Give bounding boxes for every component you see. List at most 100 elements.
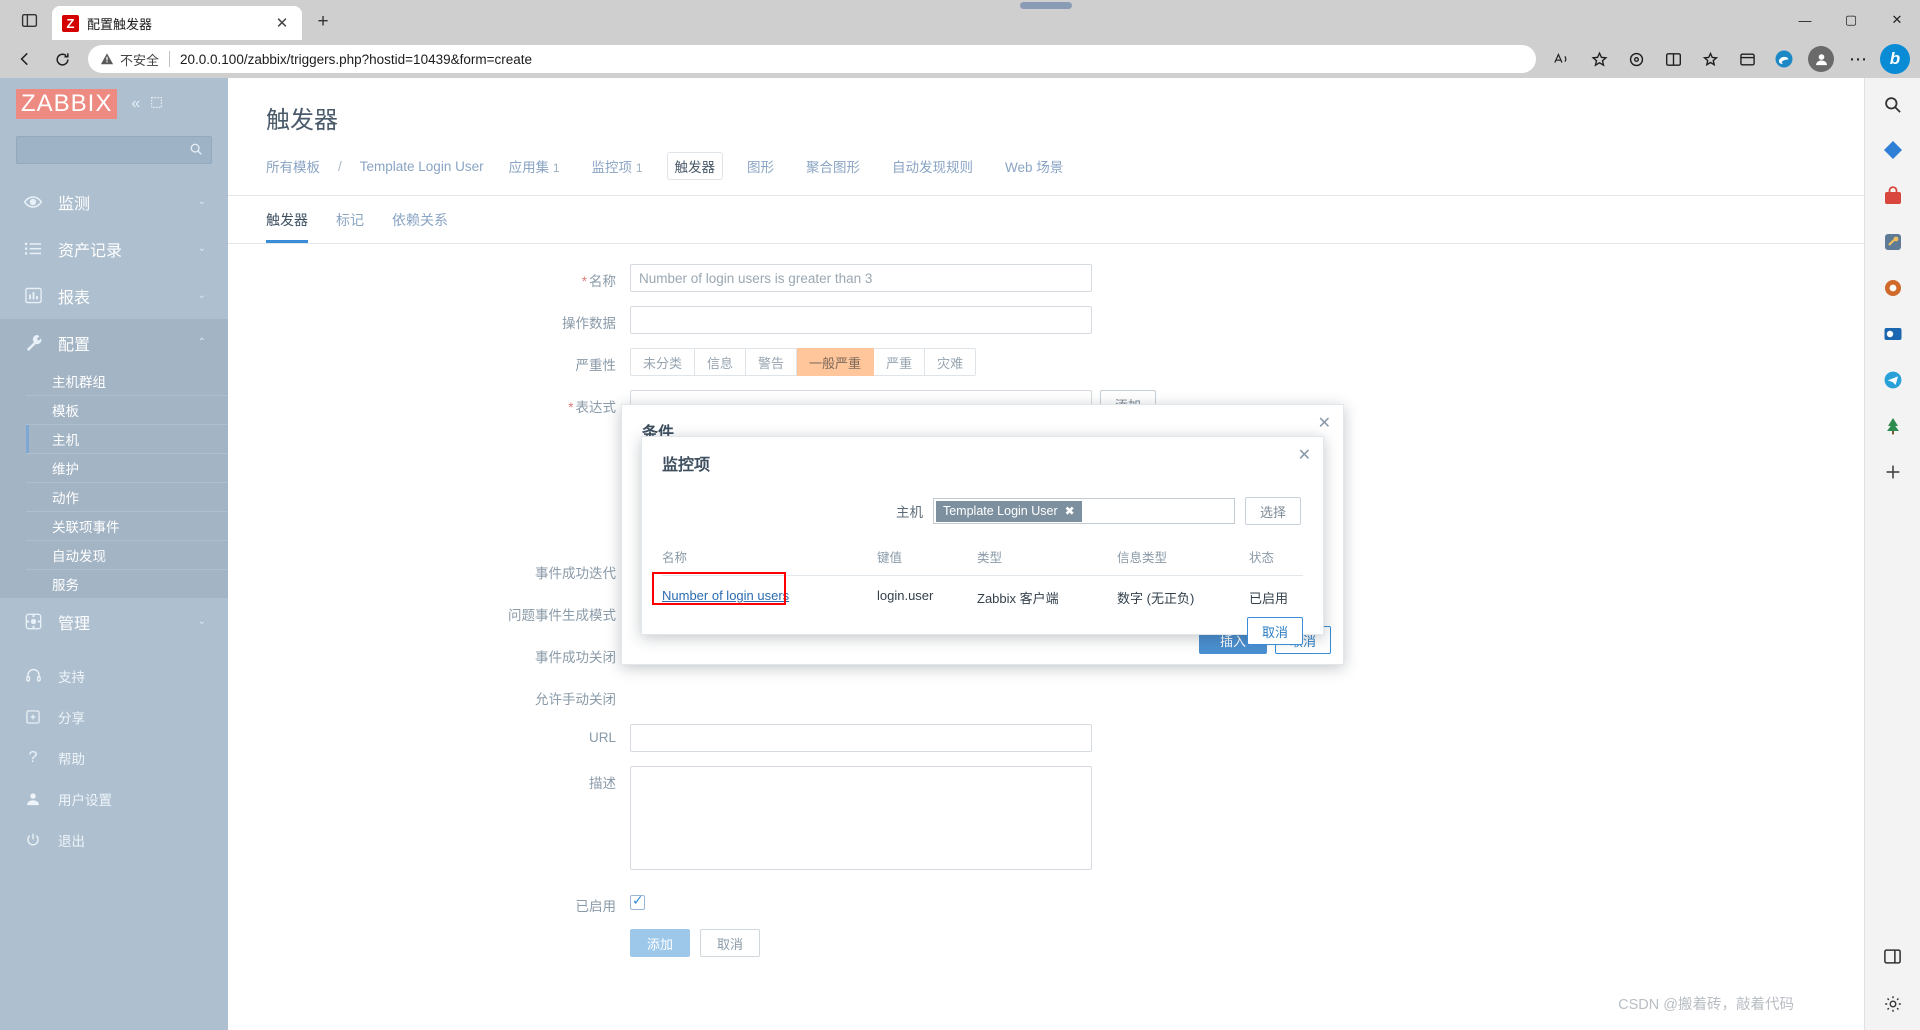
extensions-icon[interactable] — [1619, 44, 1653, 74]
url-input[interactable] — [630, 724, 1092, 752]
column-header-value-type[interactable]: 信息类型 — [1117, 547, 1249, 576]
sidebar-subitem-actions[interactable]: 动作 — [26, 482, 228, 511]
new-tab-button[interactable]: + — [308, 7, 338, 37]
more-settings-icon[interactable]: ⋯ — [1841, 44, 1875, 74]
sidebar-subitem-hosts[interactable]: 主机 — [26, 424, 228, 453]
breadcrumb-template-name[interactable]: Template Login User — [360, 159, 484, 174]
search-icon[interactable] — [1877, 88, 1909, 120]
column-header-key[interactable]: 键值 — [877, 547, 977, 576]
browser-essentials-icon[interactable] — [1730, 44, 1764, 74]
maximize-button[interactable]: ▢ — [1828, 0, 1874, 40]
enabled-checkbox[interactable] — [630, 892, 645, 910]
sidebar-item-administration[interactable]: 管理 ⌄ — [0, 598, 228, 645]
close-tab-icon[interactable]: ✕ — [272, 14, 292, 32]
severity-option-information[interactable]: 信息 — [695, 348, 747, 376]
sidebar-item-signout[interactable]: 退出 — [0, 819, 228, 860]
column-header-type[interactable]: 类型 — [977, 547, 1117, 576]
search-icon[interactable] — [189, 142, 203, 159]
sidebar-subitem-event-correlation[interactable]: 关联项事件 — [26, 511, 228, 540]
add-icon[interactable] — [1877, 456, 1909, 488]
allow-manual-close-control[interactable] — [630, 682, 1092, 710]
diamond-blue-icon[interactable] — [1877, 134, 1909, 166]
add-button[interactable]: 添加 — [630, 929, 691, 957]
sidebar-item-user-settings[interactable]: 用户设置 — [0, 778, 228, 819]
sidebar-item-reports[interactable]: 报表 ⌄ — [0, 272, 228, 319]
shopping-bag-icon[interactable] — [1877, 180, 1909, 212]
sidebar-item-support[interactable]: 支持 — [0, 655, 228, 696]
url-text[interactable]: 20.0.0.100/zabbix/triggers.php?hostid=10… — [180, 52, 532, 67]
close-icon[interactable]: ✕ — [1318, 413, 1331, 433]
sidebar-item-help[interactable]: ? 帮助 — [0, 737, 228, 778]
window-drag-handle[interactable] — [1020, 2, 1072, 9]
breadcrumb-tab-screens[interactable]: 聚合图形 — [799, 153, 867, 179]
sidebar-item-share[interactable]: 分享 — [0, 696, 228, 737]
tree-icon[interactable] — [1877, 410, 1909, 442]
profile-avatar[interactable] — [1804, 44, 1838, 74]
read-aloud-icon[interactable] — [1545, 44, 1579, 74]
breadcrumb-tab-triggers[interactable]: 触发器 — [667, 153, 722, 179]
sidebar-subitem-host-groups[interactable]: 主机群组 — [26, 366, 228, 395]
browser-tab[interactable]: Z 配置触发器 ✕ — [52, 6, 302, 40]
collections-icon[interactable] — [1693, 44, 1727, 74]
edge-copilot-icon[interactable] — [1767, 44, 1801, 74]
settings-gear-icon[interactable] — [1877, 988, 1909, 1020]
item-name-link[interactable]: Number of login users — [662, 588, 789, 603]
split-screen-icon[interactable] — [1656, 44, 1690, 74]
host-chip[interactable]: Template Login User ✖ — [935, 500, 1082, 522]
sidebar-submenu: 主机群组 模板 主机 维护 动作 关联项事件 自动发现 服务 — [0, 366, 228, 598]
add-favorite-icon[interactable] — [1582, 44, 1616, 74]
description-textarea[interactable] — [630, 766, 1092, 870]
sidebar-subitem-label: 服务 — [52, 578, 79, 593]
sidebar-item-configuration[interactable]: 配置 ⌃ — [0, 319, 228, 366]
opdata-label: 操作数据 — [562, 316, 616, 331]
severity-option-average[interactable]: 一般严重 — [797, 348, 875, 376]
column-header-status[interactable]: 状态 — [1249, 547, 1303, 576]
breadcrumb-tab-applications[interactable]: 应用集 1 — [502, 153, 567, 179]
minimize-button[interactable]: — — [1782, 0, 1828, 40]
host-multiselect[interactable]: Template Login User ✖ — [932, 498, 1235, 524]
sidebar-subitem-maintenance[interactable]: 维护 — [26, 453, 228, 482]
severity-option-disaster[interactable]: 灾难 — [925, 348, 977, 376]
breadcrumb-tab-items[interactable]: 监控项 1 — [585, 153, 650, 179]
breadcrumb-tab-web-scenarios[interactable]: Web 场景 — [998, 153, 1070, 179]
opdata-input[interactable] — [630, 306, 1092, 334]
not-secure-indicator[interactable]: 不安全 — [100, 50, 159, 69]
column-header-name[interactable]: 名称 — [662, 547, 877, 576]
office-icon[interactable] — [1877, 272, 1909, 304]
tab-actions-icon[interactable] — [12, 3, 46, 37]
telegram-icon[interactable] — [1877, 364, 1909, 396]
sidebar-item-monitoring[interactable]: 监测 ⌄ — [0, 178, 228, 225]
sidebar-item-inventory[interactable]: 资产记录 ⌄ — [0, 225, 228, 272]
outlook-icon[interactable] — [1877, 318, 1909, 350]
item-cancel-button[interactable]: 取消 — [1246, 617, 1303, 645]
tab-dependencies[interactable]: 依赖关系 — [392, 210, 448, 243]
name-input[interactable] — [630, 264, 1092, 292]
sidebar-subitem-services[interactable]: 服务 — [26, 569, 228, 598]
breadcrumb-all-templates[interactable]: 所有模板 — [266, 156, 320, 176]
remove-host-icon[interactable]: ✖ — [1065, 504, 1075, 518]
zabbix-logo[interactable]: ZABBIX — [16, 89, 118, 119]
sidebar-collapse-icon[interactable]: « — [131, 95, 140, 113]
cancel-button[interactable]: 取消 — [700, 929, 761, 957]
address-bar[interactable]: 不安全 20.0.0.100/zabbix/triggers.php?hosti… — [88, 45, 1536, 73]
close-window-button[interactable]: ✕ — [1874, 0, 1920, 40]
reload-icon[interactable] — [45, 44, 79, 74]
host-select-button[interactable]: 选择 — [1244, 497, 1301, 525]
split-pane-icon[interactable] — [1877, 940, 1909, 972]
breadcrumb-tab-discovery-rules[interactable]: 自动发现规则 — [885, 153, 980, 179]
tools-icon[interactable] — [1877, 226, 1909, 258]
close-icon[interactable]: ✕ — [1298, 445, 1311, 465]
breadcrumb-tab-graphs[interactable]: 图形 — [740, 153, 781, 179]
tab-trigger[interactable]: 触发器 — [266, 210, 308, 243]
severity-option-not-classified[interactable]: 未分类 — [630, 348, 696, 376]
sidebar-search-input[interactable] — [25, 141, 189, 159]
tab-tags[interactable]: 标记 — [336, 210, 364, 243]
severity-option-high[interactable]: 严重 — [874, 348, 926, 376]
sidebar-subitem-templates[interactable]: 模板 — [26, 395, 228, 424]
sidebar-search[interactable] — [16, 136, 212, 164]
severity-option-warning[interactable]: 警告 — [746, 348, 798, 376]
bing-rewards-icon[interactable]: b — [1878, 44, 1912, 74]
back-icon[interactable] — [8, 44, 42, 74]
sidebar-pin-icon[interactable] — [150, 96, 163, 112]
sidebar-subitem-discovery[interactable]: 自动发现 — [26, 540, 228, 569]
